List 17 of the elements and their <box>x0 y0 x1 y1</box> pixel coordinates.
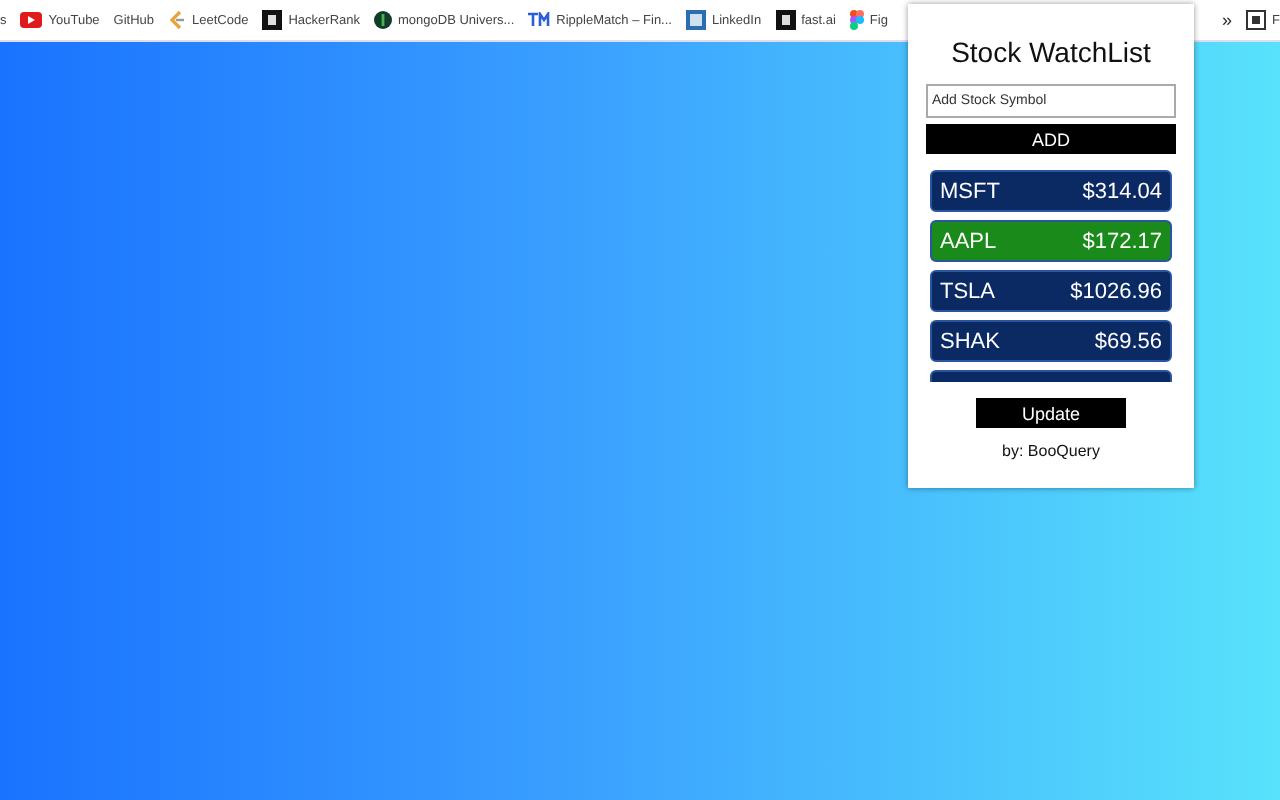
stock-price: $172.17 <box>1082 229 1162 253</box>
credit-text: by: BooQuery <box>1002 442 1100 460</box>
stock-row[interactable]: TSLA $1026.96 <box>930 270 1172 312</box>
stock-price: $314.04 <box>1082 179 1162 203</box>
stock-symbol: MSFT <box>940 179 1000 203</box>
stock-price: $69.56 <box>1094 329 1162 353</box>
stock-row[interactable]: SHAK $69.56 <box>930 320 1172 362</box>
stock-price: $1026.96 <box>1070 279 1162 303</box>
stock-row[interactable]: MSFT $314.04 <box>930 170 1172 212</box>
update-button[interactable]: Update <box>976 398 1126 428</box>
overflow-button[interactable]: » <box>1222 10 1233 30</box>
stock-row[interactable]: AAPL $172.17 <box>930 220 1172 262</box>
popup-title: Stock WatchList <box>951 36 1151 68</box>
stock-symbol: AAPL <box>940 229 997 253</box>
add-button[interactable]: ADD <box>926 124 1176 154</box>
stock-symbol: TSLA <box>940 279 996 303</box>
stock-symbol: SHAK <box>940 329 1000 353</box>
